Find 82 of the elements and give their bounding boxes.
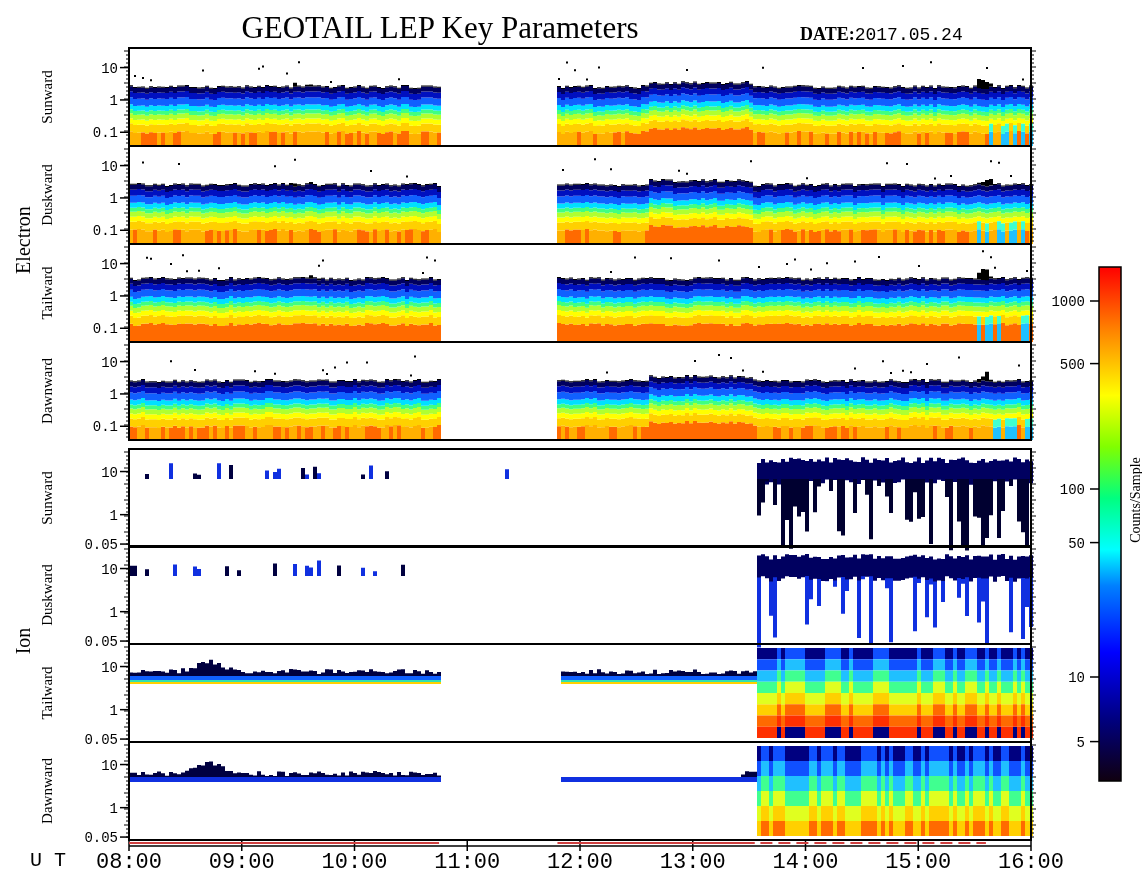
colorbar-tick-label: 50 bbox=[1068, 535, 1085, 552]
y-tick-mark bbox=[119, 806, 130, 809]
y-tick-label: 1 bbox=[109, 702, 118, 719]
colorbar-tick-mark bbox=[1089, 300, 1100, 302]
y-tick-label: 1 bbox=[109, 92, 118, 109]
y-tick-label: 10 bbox=[101, 561, 118, 578]
y-tick-mark bbox=[119, 229, 130, 232]
y-tick-label: 10 bbox=[101, 464, 118, 481]
x-axis-label: U T bbox=[30, 849, 66, 872]
y-tick-label: 1 bbox=[109, 800, 118, 817]
panel-label: Sunward bbox=[39, 70, 55, 124]
y-tick-mark bbox=[119, 836, 130, 838]
colorbar-tick-mark bbox=[1089, 676, 1100, 678]
y-tick-mark bbox=[119, 327, 130, 330]
y-tick-mark bbox=[119, 295, 130, 297]
colorbar-tick-label: 10 bbox=[1068, 670, 1085, 686]
y-tick-label: 1 bbox=[109, 604, 118, 621]
y-tick-label: 10 bbox=[101, 659, 118, 676]
y-tick-label: 0.1 bbox=[92, 321, 118, 338]
y-tick-label: 0.1 bbox=[92, 223, 118, 240]
y-tick-label: 10 bbox=[101, 256, 118, 273]
y-tick-mark bbox=[119, 567, 130, 570]
y-tick-mark bbox=[119, 164, 130, 167]
y-tick-label: 0.05 bbox=[84, 634, 118, 651]
colorbar-tick-mark bbox=[1089, 740, 1100, 743]
panel-label: Tailward bbox=[39, 666, 55, 720]
y-tick-mark bbox=[119, 99, 130, 101]
date-label: DATE:2017.05.24 bbox=[800, 24, 963, 45]
colorbar-tick-mark bbox=[1089, 541, 1100, 544]
x-tick-label: 09:00 bbox=[208, 850, 275, 875]
x-tick-label: 08:00 bbox=[96, 850, 162, 875]
panel-label: Duskward bbox=[39, 164, 55, 226]
y-tick-mark bbox=[119, 66, 130, 69]
y-tick-label: 0.05 bbox=[84, 830, 118, 847]
x-tick-label: 15:00 bbox=[885, 850, 952, 875]
panel-label: Tailward bbox=[39, 266, 55, 320]
colorbar-tick-label: 500 bbox=[1059, 356, 1085, 373]
y-tick-mark bbox=[119, 610, 130, 613]
chart-title: GEOTAIL LEP Key Parameters bbox=[241, 10, 639, 45]
y-tick-mark bbox=[119, 197, 130, 199]
x-tick-label: 16:00 bbox=[998, 850, 1064, 875]
panel-label: Duskward bbox=[39, 564, 55, 626]
panel-label: Dawnward bbox=[39, 358, 55, 424]
y-tick-mark bbox=[119, 738, 130, 740]
y-tick-label: 1 bbox=[109, 507, 118, 524]
y-tick-label: 10 bbox=[101, 354, 118, 371]
y-tick-label: 0.05 bbox=[84, 537, 118, 554]
y-tick-label: 1 bbox=[109, 190, 118, 207]
panel-label: Sunward bbox=[39, 471, 55, 525]
group-label: Electron bbox=[12, 206, 34, 274]
colorbar-tick-mark bbox=[1089, 488, 1100, 490]
y-tick-label: 1 bbox=[109, 386, 118, 403]
y-tick-mark bbox=[119, 131, 130, 134]
y-tick-label: 0.1 bbox=[92, 125, 118, 142]
y-tick-mark bbox=[119, 262, 130, 265]
y-tick-mark bbox=[119, 360, 130, 363]
x-tick-label: 11:00 bbox=[434, 850, 501, 875]
x-tick-label: 12:00 bbox=[547, 850, 613, 875]
y-tick-label: 0.05 bbox=[84, 732, 118, 749]
colorbar-tick-mark bbox=[1089, 362, 1100, 365]
x-tick-label: 14:00 bbox=[772, 850, 839, 875]
y-tick-label: 10 bbox=[101, 757, 118, 774]
y-tick-mark bbox=[119, 708, 130, 711]
colorbar-tick-label: 5 bbox=[1076, 734, 1085, 751]
y-tick-mark bbox=[119, 640, 130, 642]
y-tick-label: 10 bbox=[101, 158, 118, 175]
colorbar-tick-label: 100 bbox=[1059, 482, 1085, 498]
y-tick-label: 0.1 bbox=[92, 419, 118, 436]
y-tick-mark bbox=[119, 543, 130, 545]
y-tick-mark bbox=[119, 763, 130, 766]
y-tick-mark bbox=[119, 393, 130, 395]
y-tick-label: 10 bbox=[101, 60, 118, 77]
y-tick-mark bbox=[119, 665, 130, 668]
x-tick-label: 13:00 bbox=[659, 850, 726, 875]
y-tick-mark bbox=[119, 425, 130, 428]
x-tick-label: 10:00 bbox=[321, 850, 388, 875]
y-tick-label: 1 bbox=[109, 288, 118, 305]
panel-label: Dawnward bbox=[39, 758, 55, 824]
colorbar-tick-label: 1000 bbox=[1051, 294, 1085, 310]
y-tick-mark bbox=[119, 513, 130, 516]
group-label: Ion bbox=[12, 627, 34, 655]
y-tick-mark bbox=[119, 470, 130, 473]
